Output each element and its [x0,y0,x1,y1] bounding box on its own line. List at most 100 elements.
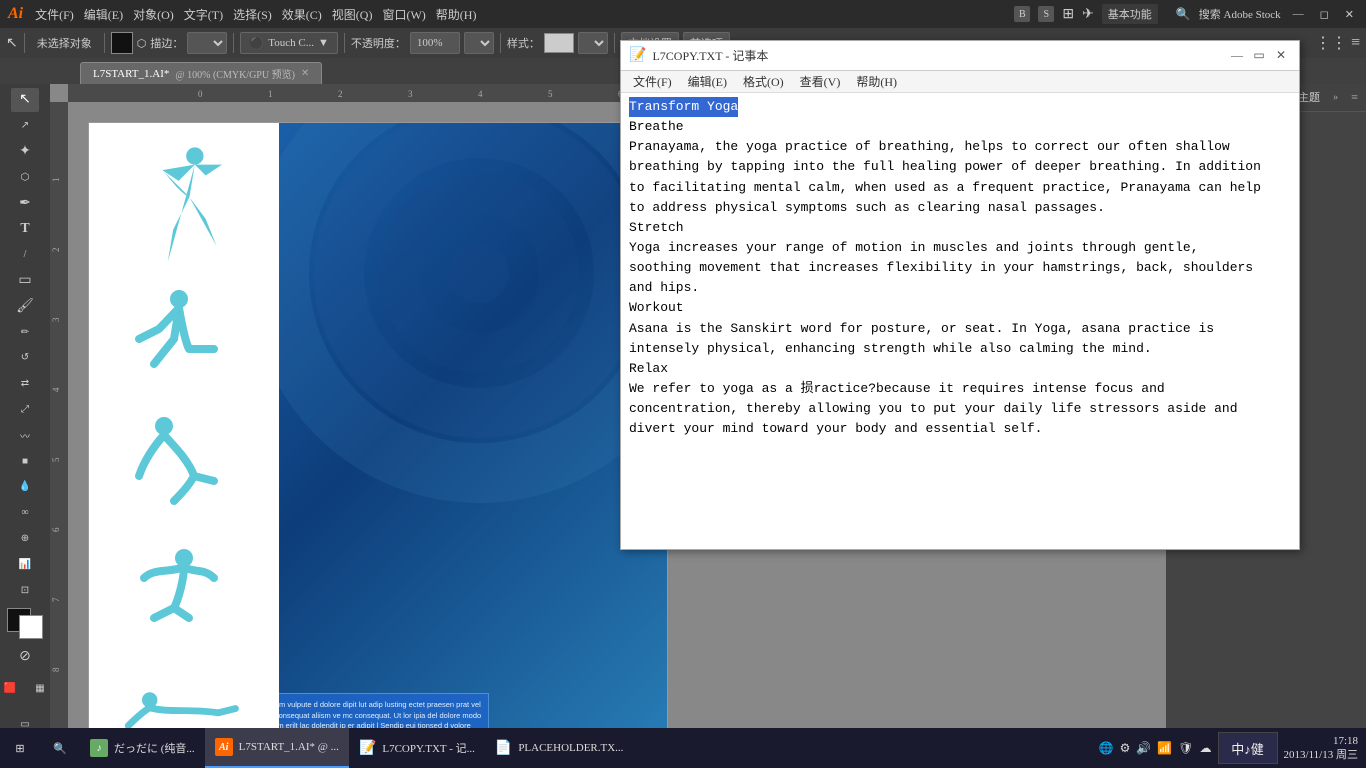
menu-edit[interactable]: 编辑(E) [84,6,123,23]
settings-icon[interactable]: ⚙ [1120,741,1131,756]
selection-tool-icon[interactable]: ↖ [6,35,18,52]
illustrator-label: L7START_1.AI* @ ... [239,741,339,753]
eyedropper-tool[interactable]: 💧 [11,475,39,499]
stroke-label: 描边： [150,35,183,51]
bridge-icon[interactable]: S [1038,6,1054,22]
menu-help[interactable]: 帮助(H) [436,6,477,23]
color-mode-icon[interactable]: 🟥 [0,674,24,702]
menu-select[interactable]: 选择(S) [233,6,272,23]
circle-icon: ⚫ [249,36,264,51]
notepad-menu-format[interactable]: 格式(O) [735,71,792,93]
yoga-figure-4 [124,517,244,639]
notepad-titlebar: 📝 L7COPY.TXT - 记事本 — ▭ ✕ [621,41,1299,71]
taskbar-app-placeholder[interactable]: 📄 PLACEHOLDER.TX... [485,728,634,768]
notepad-menu-help[interactable]: 帮助(H) [848,71,905,93]
notepad-maximize-btn[interactable]: ▭ [1249,46,1269,66]
notepad-minimize-btn[interactable]: — [1227,46,1247,66]
notepad-menu-file[interactable]: 文件(F) [625,71,680,93]
warp-tool[interactable]: 〰 [11,423,39,447]
svg-text:5: 5 [51,457,61,462]
pen-tool[interactable]: ✒ [11,191,39,215]
menu-file[interactable]: 文件(F) [35,6,74,23]
graph-tool[interactable]: 📊 [11,552,39,576]
tab-close-icon[interactable]: ✕ [301,68,309,79]
line-tool[interactable]: / [11,243,39,267]
menu-effect[interactable]: 效果(C) [282,6,322,23]
style-swatch[interactable] [544,33,574,53]
text-tool[interactable]: T [11,217,39,241]
system-tray: 🌐 ⚙ 🔊 📶 🛡 ☁ 中♪健 17:18 2013/11/13 周三 [1091,732,1366,764]
selection-tool[interactable]: ↖ [11,88,39,112]
artboard: Num doloreetum ven sequam ver suscipisti… [88,122,668,740]
menu-view[interactable]: 视图(Q) [332,6,373,23]
svg-text:2: 2 [51,248,61,253]
gradient-mode-icon[interactable]: ▦ [26,674,54,702]
search-icon[interactable]: 🔍 [1176,7,1191,22]
rotate-tool[interactable]: ↺ [11,346,39,370]
notepad-title-text: L7COPY.TXT - 记事本 [652,47,1225,64]
ime-indicator[interactable]: 中♪健 [1218,732,1278,764]
magic-wand-tool[interactable]: ✦ [11,140,39,164]
start-button[interactable]: ⊞ [0,728,40,768]
svg-text:6: 6 [51,527,61,532]
main-document-tab[interactable]: L7START_1.AI* @ 100% (CMYK/GPU 预览) ✕ [80,62,322,84]
scale-tool[interactable]: ⤢ [11,398,39,422]
taskbar-search-btn[interactable]: 🔍 [40,728,80,768]
direct-selection-tool[interactable]: ↗ [11,114,39,138]
grid-icon[interactable]: ⊞ [1062,6,1074,23]
menu-window[interactable]: 窗口(W) [382,6,425,23]
stroke-icon[interactable]: ⬡ [137,37,147,50]
taskbar-app-illustrator[interactable]: Ai L7START_1.AI* @ ... [205,728,349,768]
notepad-close-btn[interactable]: ✕ [1271,46,1291,66]
style-label: 样式： [507,35,540,51]
svg-text:0: 0 [198,89,203,99]
taskbar-app-notepad-l7[interactable]: 📝 L7COPY.TXT - 记... [349,728,485,768]
artboard-tool[interactable]: ⊡ [11,578,39,602]
window-maximize[interactable]: ◻ [1316,6,1333,23]
menu-text[interactable]: 文字(T) [184,6,223,23]
menu-object[interactable]: 对象(O) [133,6,174,23]
gradient-tool[interactable]: ■ [11,449,39,473]
stroke-selector[interactable] [187,32,227,54]
stroke-color-box[interactable] [19,615,43,639]
svg-text:1: 1 [268,89,273,99]
window-close[interactable]: ✕ [1341,6,1358,23]
artboard-left [89,123,279,740]
notepad-textarea[interactable] [621,93,1299,549]
pencil-tool[interactable]: ✏ [11,320,39,344]
style-dropdown[interactable] [578,32,608,54]
top-menu-bar: Ai 文件(F) 编辑(E) 对象(O) 文字(T) 选择(S) 效果(C) 视… [0,0,1366,28]
clock[interactable]: 17:18 2013/11/13 周三 [1284,734,1358,763]
window-minimize[interactable]: — [1289,6,1308,22]
opacity-dropdown[interactable] [464,32,494,54]
color-fill-swatch[interactable] [111,32,133,54]
panel-expand-icon[interactable]: » [1333,92,1338,103]
none-color[interactable]: ⊘ [11,645,39,669]
lasso-tool[interactable]: ⬡ [11,165,39,189]
panel-menu-icon[interactable]: ≡ [1351,90,1358,105]
yoga-figure-1 [124,143,244,273]
symbol-tool[interactable]: ⊕ [11,527,39,551]
rect-tool[interactable]: ▭ [11,269,39,293]
clock-time: 17:18 [1284,734,1358,748]
taskbar-app-dattani[interactable]: ♪ だっだに (纯音... [80,728,205,768]
paintbrush-tool[interactable]: 🖌 [11,294,39,318]
touch-selector[interactable]: ⚫ Touch C... ▼ [240,32,338,54]
extensions-icon[interactable]: B [1014,6,1030,22]
mirror-tool[interactable]: ⇄ [11,372,39,396]
panel-toggle-icon[interactable]: ≡ [1351,34,1360,52]
search-stock[interactable]: 搜索 Adobe Stock [1199,6,1281,22]
opacity-input[interactable]: 100% [410,32,460,54]
start-icon: ⊞ [15,742,24,755]
share-icon[interactable]: ✈ [1082,6,1094,23]
network-icon[interactable]: 🌐 [1099,741,1114,756]
volume-icon[interactable]: 🔊 [1136,741,1151,756]
more-options-icon[interactable]: ⋮⋮ [1315,33,1347,53]
wifi-icon[interactable]: 📶 [1157,741,1172,756]
workspace-selector[interactable]: 基本功能 [1102,4,1158,24]
antivirus-icon[interactable]: 🛡 [1178,741,1193,756]
placeholder-label: PLACEHOLDER.TX... [518,742,623,754]
notepad-menu-view[interactable]: 查看(V) [792,71,849,93]
notepad-menu-edit[interactable]: 编辑(E) [680,71,735,93]
blend-tool[interactable]: ∞ [11,501,39,525]
